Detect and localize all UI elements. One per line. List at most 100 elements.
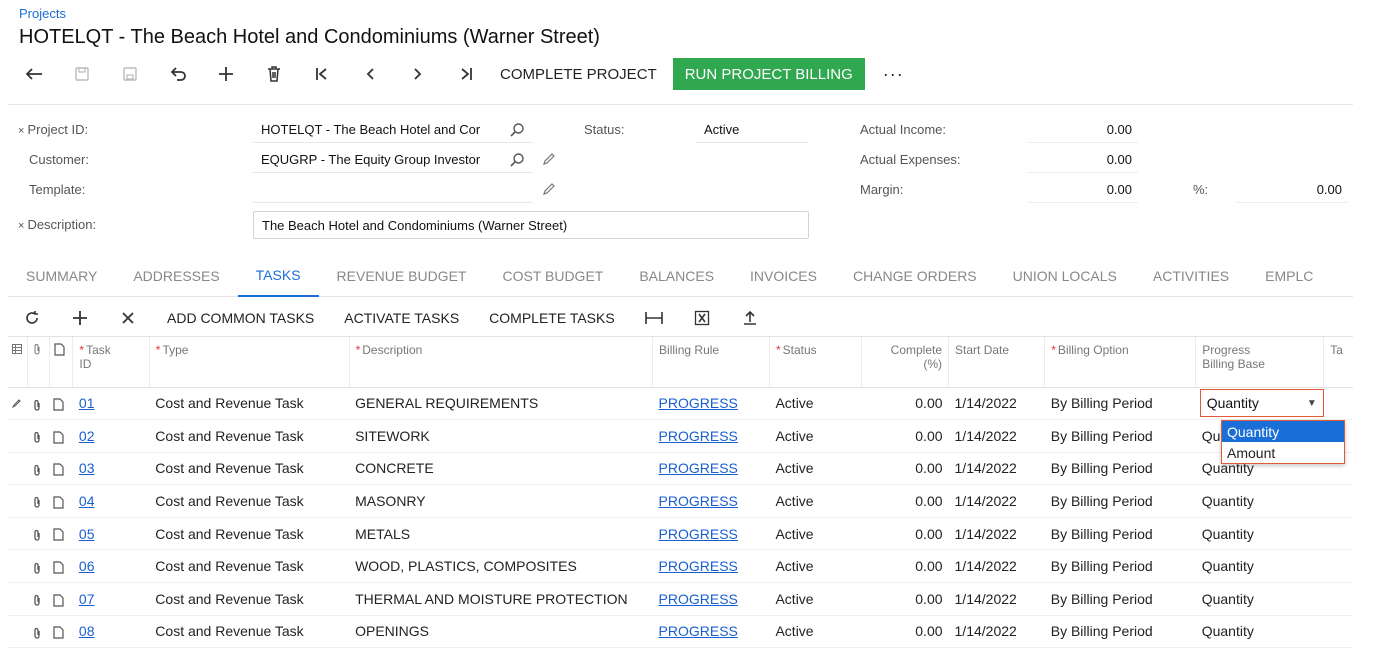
billing-rule-header[interactable]: Billing Rule — [652, 337, 770, 388]
row-selector[interactable] — [8, 387, 28, 421]
save-and-close-button[interactable] — [58, 58, 106, 90]
note-icon[interactable] — [53, 561, 64, 574]
table-row[interactable]: 02 Cost and Revenue Task SITEWORK PROGRESS A… — [8, 419, 1353, 453]
description-header[interactable]: * Description — [349, 337, 654, 388]
billing-rule-link[interactable]: PROGRESS — [659, 623, 738, 639]
row-attachments[interactable] — [27, 484, 50, 518]
status-cell[interactable]: Active — [769, 419, 862, 453]
row-notes[interactable] — [49, 517, 73, 551]
table-row[interactable]: 01 Cost and Revenue Task GENERAL REQUIREME… — [8, 387, 1353, 421]
delete-button[interactable] — [250, 58, 298, 90]
billing-option-cell[interactable]: By Billing Period — [1044, 517, 1196, 551]
status-cell[interactable]: Active — [769, 387, 862, 421]
tax-cell[interactable] — [1323, 549, 1353, 584]
tax-cell[interactable] — [1323, 517, 1353, 551]
status-cell[interactable]: Active — [769, 549, 862, 584]
tax-cell[interactable] — [1323, 615, 1353, 649]
tax-cell[interactable] — [1323, 387, 1353, 421]
table-row[interactable]: 05 Cost and Revenue Task METALS PROGRESS Act… — [8, 517, 1353, 551]
dropdown-option-quantity[interactable]: Quantity — [1222, 421, 1344, 442]
add-row-button[interactable] — [56, 299, 104, 337]
chevron-down-icon[interactable]: ▼ — [1307, 398, 1317, 409]
delete-row-button[interactable] — [104, 299, 152, 337]
status-cell[interactable]: Active — [769, 484, 862, 518]
billing-rule-cell[interactable]: PROGRESS — [652, 615, 770, 649]
template-field[interactable] — [253, 177, 533, 203]
tab-employees[interactable]: EMPLC — [1247, 255, 1313, 297]
billing-rule-link[interactable]: PROGRESS — [659, 460, 738, 476]
status-cell[interactable]: Active — [769, 582, 862, 616]
row-notes[interactable] — [49, 582, 73, 616]
complete-percent-header[interactable]: Complete (%) — [861, 337, 950, 388]
search-icon[interactable] — [509, 122, 525, 138]
billing-rule-link[interactable]: PROGRESS — [659, 428, 738, 444]
row-selector[interactable] — [8, 615, 28, 649]
row-attachments[interactable] — [27, 615, 50, 649]
dropdown-option-amount[interactable]: Amount — [1222, 442, 1344, 463]
tab-revenue-budget[interactable]: REVENUE BUDGET — [319, 255, 485, 297]
billing-rule-cell[interactable]: PROGRESS — [652, 484, 770, 518]
export-excel-button[interactable] — [678, 299, 726, 337]
type-cell[interactable]: Cost and Revenue Task — [149, 517, 350, 551]
row-notes[interactable] — [49, 452, 73, 486]
tab-tasks[interactable]: TASKS — [237, 255, 319, 297]
start-date-cell[interactable]: 1/14/2022 — [948, 615, 1045, 649]
run-project-billing-button[interactable]: RUN PROJECT BILLING — [672, 58, 865, 90]
upload-button[interactable] — [726, 299, 774, 337]
task-id-link[interactable]: 05 — [79, 526, 95, 542]
billing-rule-cell[interactable]: PROGRESS — [652, 517, 770, 551]
billing-rule-cell[interactable]: PROGRESS — [652, 452, 770, 486]
paperclip-icon[interactable] — [32, 529, 42, 541]
billing-rule-cell[interactable]: PROGRESS — [652, 419, 770, 453]
task-id-header[interactable]: * Task ID — [72, 337, 150, 388]
description-cell[interactable]: WOOD, PLASTICS, COMPOSITES — [349, 549, 653, 584]
task-id-link[interactable]: 01 — [79, 395, 95, 411]
row-notes[interactable] — [49, 419, 73, 453]
note-icon[interactable] — [53, 398, 64, 411]
type-cell[interactable]: Cost and Revenue Task — [149, 549, 350, 584]
progress-billing-base-select[interactable]: Quantity ▼ — [1199, 389, 1324, 418]
task-id-cell[interactable]: 01 — [72, 387, 150, 421]
progress-billing-base-cell[interactable]: Quantity — [1195, 615, 1324, 649]
progress-billing-base-cell[interactable]: Quantity ▼ — [1195, 387, 1324, 421]
table-row[interactable]: 06 Cost and Revenue Task WOOD, PLASTICS, C… — [8, 549, 1353, 584]
task-id-cell[interactable]: 02 — [72, 419, 150, 453]
billing-option-cell[interactable]: By Billing Period — [1044, 484, 1196, 518]
table-row[interactable]: 04 Cost and Revenue Task MASONRY PROGRESS Ac… — [8, 484, 1353, 518]
row-selector[interactable] — [8, 419, 28, 453]
table-row[interactable]: 03 Cost and Revenue Task CONCRETE PROGRESS A… — [8, 452, 1353, 486]
type-cell[interactable]: Cost and Revenue Task — [149, 615, 350, 649]
complete-percent-cell[interactable]: 0.00 — [861, 452, 949, 486]
customer-field[interactable]: EQUGRP - The Equity Group Investor — [253, 147, 533, 173]
row-notes[interactable] — [49, 615, 73, 649]
description-cell[interactable]: MASONRY — [349, 484, 653, 518]
progress-billing-base-header[interactable]: Progress Billing Base — [1195, 337, 1325, 388]
start-date-cell[interactable]: 1/14/2022 — [948, 419, 1045, 453]
complete-percent-cell[interactable]: 0.00 — [861, 387, 949, 421]
edit-customer-pencil-icon[interactable] — [542, 152, 556, 166]
description-cell[interactable]: METALS — [349, 517, 653, 551]
task-id-cell[interactable]: 06 — [72, 549, 150, 584]
task-id-link[interactable]: 07 — [79, 591, 95, 607]
complete-percent-cell[interactable]: 0.00 — [861, 549, 949, 584]
billing-option-cell[interactable]: By Billing Period — [1044, 419, 1196, 453]
billing-rule-cell[interactable]: PROGRESS — [652, 582, 770, 616]
note-icon[interactable] — [53, 626, 64, 639]
type-cell[interactable]: Cost and Revenue Task — [149, 419, 350, 453]
back-button[interactable] — [10, 58, 58, 90]
billing-option-header[interactable]: * Billing Option — [1044, 337, 1197, 388]
billing-rule-link[interactable]: PROGRESS — [659, 493, 738, 509]
type-cell[interactable]: Cost and Revenue Task — [149, 484, 350, 518]
first-record-button[interactable] — [298, 58, 346, 90]
row-attachments[interactable] — [27, 582, 50, 616]
billing-option-cell[interactable]: By Billing Period — [1044, 387, 1196, 421]
task-id-link[interactable]: 02 — [79, 428, 95, 444]
last-record-button[interactable] — [442, 58, 490, 90]
start-date-cell[interactable]: 1/14/2022 — [948, 582, 1045, 616]
status-cell[interactable]: Active — [769, 517, 862, 551]
note-icon[interactable] — [53, 528, 64, 542]
complete-percent-cell[interactable]: 0.00 — [861, 517, 949, 551]
task-id-link[interactable]: 08 — [79, 623, 95, 639]
paperclip-icon[interactable] — [32, 627, 42, 639]
tab-addresses[interactable]: ADDRESSES — [115, 255, 237, 297]
